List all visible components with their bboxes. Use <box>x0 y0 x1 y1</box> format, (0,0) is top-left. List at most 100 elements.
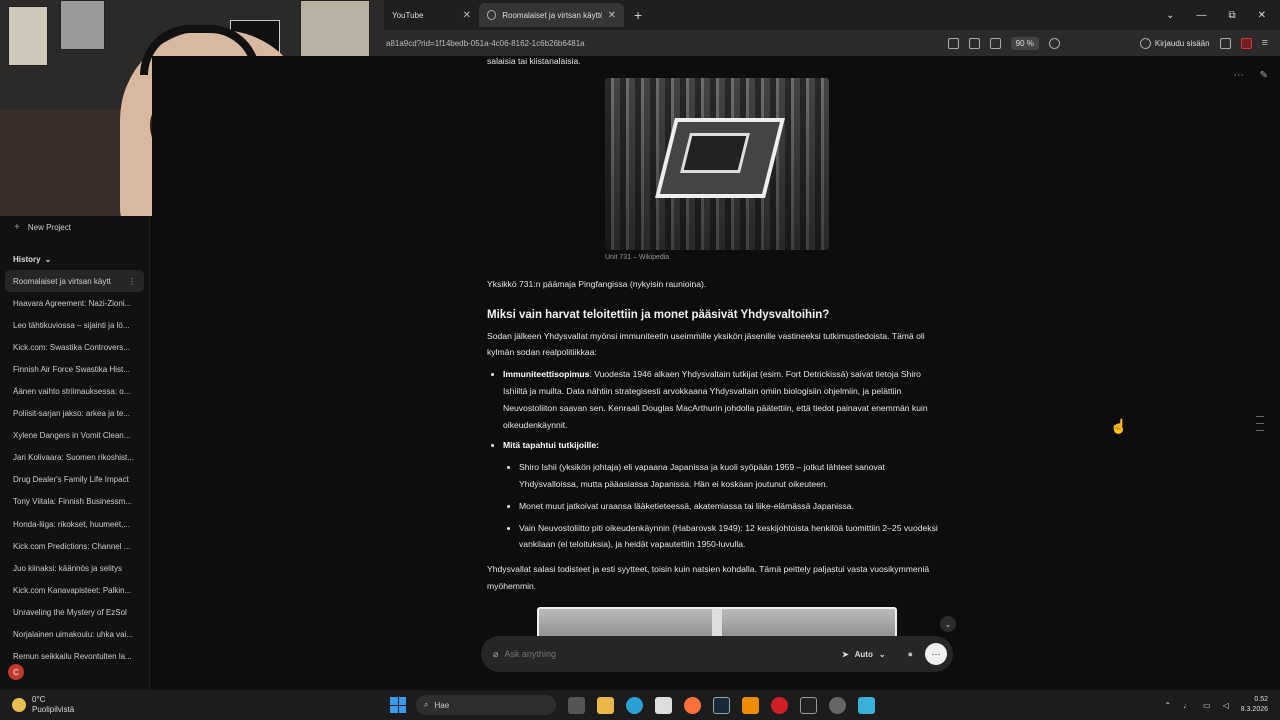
bullet-list: Immuniteettisopimus: Vuodesta 1946 alkae… <box>487 366 942 553</box>
new-chat-icon[interactable]: ✎ <box>1260 70 1268 81</box>
clock[interactable]: 0.52 8.3.2026 <box>1241 695 1268 715</box>
history-item[interactable]: Jari Kolivaara: Suomen rikoshist... <box>0 447 149 469</box>
new-project-button[interactable]: + New Project <box>0 216 149 238</box>
history-item[interactable]: Xylene Dangers in Vomit Clean... <box>0 425 149 447</box>
firefox-icon[interactable] <box>684 696 701 714</box>
tab-youtube[interactable]: YouTube ✕ <box>384 3 479 27</box>
voice-mode-button[interactable]: ··· <box>925 643 947 665</box>
history-item[interactable]: Äänen vaihto striimauksessa: o... <box>0 380 149 402</box>
minimap-mark <box>1256 416 1264 417</box>
tab-label: Roomalaiset ja virtsan käyttö s… <box>502 10 601 20</box>
list-item: Immuniteettisopimus: Vuodesta 1946 alkae… <box>503 366 942 433</box>
obs-icon[interactable] <box>829 696 846 714</box>
more-options-icon[interactable]: ⋯ <box>1234 70 1244 81</box>
signin-label: Kirjaudu sisään <box>1154 38 1210 48</box>
history-item[interactable]: Finnish Air Force Swastika Hist... <box>0 358 149 380</box>
history-item[interactable]: Kick.com: Swastika Controvers... <box>0 336 149 358</box>
avatar[interactable]: C <box>8 664 24 680</box>
mode-selector[interactable]: ➤ Auto ⌄ <box>842 650 886 659</box>
extension-badge-icon[interactable] <box>1240 37 1252 49</box>
steam-icon[interactable] <box>713 696 730 714</box>
close-tab-icon[interactable]: ✕ <box>608 10 616 21</box>
history-item[interactable]: Remun seikkailu Revontulten la... <box>0 646 149 668</box>
tab-active-chat[interactable]: Roomalaiset ja virtsan käyttö s… ✕ <box>479 3 624 27</box>
close-tab-icon[interactable]: ✕ <box>463 10 471 21</box>
weather-widget[interactable]: 0°C Puolipilvistä <box>0 695 390 715</box>
window-controls: ⌄ — ⧉ ✕ <box>1166 0 1280 30</box>
zoom-level[interactable]: 90 % <box>1010 36 1039 50</box>
prompt-input[interactable] <box>504 649 805 659</box>
time: 0.52 <box>1254 696 1268 703</box>
extensions-icon[interactable] <box>1219 37 1231 49</box>
history-item[interactable]: Honda-liiga: rikokset, huumeet,... <box>0 513 149 535</box>
network-icon[interactable]: ▭ <box>1203 701 1211 710</box>
response-article: salaisia tai kiistanalaisia. Unit 731 – … <box>487 56 942 657</box>
translate-icon[interactable] <box>989 37 1001 49</box>
new-tab-button[interactable]: + <box>634 7 642 23</box>
task-view-icon[interactable] <box>568 696 585 714</box>
url-field[interactable]: a81a9cd?rid=1f14bedb-051a-4c06-8162-1c6b… <box>384 39 585 48</box>
screen: YouTube ✕ Roomalaiset ja virtsan käyttö … <box>0 0 1280 720</box>
screenshot-icon[interactable] <box>968 37 980 49</box>
list-item: Mitä tapahtui tutkijoille: Shiro Ishii (… <box>503 437 942 553</box>
close-window-icon[interactable]: ✕ <box>1258 10 1266 21</box>
attach-icon[interactable]: ⌀ <box>493 649 498 660</box>
vlc-icon[interactable] <box>742 696 759 714</box>
microphone-icon[interactable]: ● <box>908 649 913 659</box>
history-item[interactable]: Leo tähtikuviossa – sijainti ja lö... <box>0 314 149 336</box>
history-item-label: Finnish Air Force Swastika Hist... <box>13 364 130 374</box>
send-mode-icon: ➤ <box>841 649 849 659</box>
history-item[interactable]: Roomalaiset ja virtsan käytt ⋮ <box>5 270 144 293</box>
menu-icon[interactable]: ≡ <box>1262 37 1268 49</box>
minimap-mark <box>1256 423 1264 424</box>
section-heading: Miksi vain harvat teloitettiin ja monet … <box>487 308 830 321</box>
taskbar-apps <box>568 696 875 714</box>
address-bar: a81a9cd?rid=1f14bedb-051a-4c06-8162-1c6b… <box>384 30 1280 56</box>
maximize-icon[interactable]: ⧉ <box>1228 10 1235 21</box>
history-item-label: Jari Kolivaara: Suomen rikoshist... <box>13 453 134 463</box>
start-button-icon[interactable] <box>390 697 406 713</box>
scroll-down-button[interactable]: ⌄ <box>940 616 956 632</box>
history-item[interactable]: Haavara Agreement: Nazi-Zioni... <box>0 292 149 314</box>
minimize-icon[interactable]: — <box>1196 10 1206 21</box>
notepad-icon[interactable] <box>858 696 875 714</box>
history-item-label: Kick.com Kanavapisteet: Palkin... <box>13 585 132 595</box>
history-item-label: Äänen vaihto striimauksessa: o... <box>13 387 131 397</box>
list-item: Vain Neuvostoliitto piti oikeudenkäynnin… <box>519 520 942 554</box>
paragraph: Sodan jälkeen Yhdysvallat myönsi immunit… <box>487 330 925 358</box>
file-explorer-icon[interactable] <box>597 696 614 714</box>
history-item[interactable]: Poliisit-sarjan jakso: arkea ja te... <box>0 403 149 425</box>
edge-icon[interactable] <box>626 696 643 714</box>
history-item-label: Unraveling the Mystery of EzSol <box>13 607 127 617</box>
history-header[interactable]: History ⌄ <box>0 252 149 266</box>
image-caption[interactable]: Unit 731 – Wikipedia <box>605 252 829 264</box>
signin-button[interactable]: Kirjaudu sisään <box>1139 37 1210 49</box>
chevron-up-icon[interactable]: ⌃ <box>1164 701 1171 710</box>
history-item-label: Honda-liiga: rikokset, huumeet,... <box>13 519 130 529</box>
favicon-icon <box>487 10 497 20</box>
mouse-cursor-icon: ☝ <box>1110 418 1128 434</box>
taskbar-search[interactable]: ⌕ Hae <box>416 695 556 715</box>
paragraph: Yhdysvallat salasi todisteet ja esti syy… <box>487 564 930 591</box>
history-item[interactable]: Juo kiinaksi: käännös ja selitys <box>0 557 149 579</box>
microphone-icon[interactable]: ♩ <box>1183 701 1191 710</box>
history-item[interactable]: Unraveling the Mystery of EzSol <box>0 601 149 623</box>
opera-icon[interactable] <box>771 696 788 714</box>
history-item[interactable]: Kick.com Predictions: Channel ... <box>0 535 149 557</box>
history-item-label: Haavara Agreement: Nazi-Zioni... <box>13 298 132 308</box>
scroll-minimap[interactable] <box>1256 416 1264 437</box>
store-icon[interactable] <box>655 696 672 714</box>
history-item[interactable]: Norjalainen uimakoulu: uhka vai... <box>0 624 149 646</box>
history-item[interactable]: Kick.com Kanavapisteet: Palkin... <box>0 579 149 601</box>
tab-list-dropdown-icon[interactable]: ⌄ <box>1166 10 1174 21</box>
reader-icon[interactable] <box>947 37 959 49</box>
bookmark-star-icon[interactable] <box>1048 37 1060 49</box>
unit731-photo[interactable] <box>605 77 829 250</box>
address-tools: 90 % Kirjaudu sisään ≡ <box>947 36 1280 50</box>
more-options-icon[interactable]: ⋮ <box>128 277 136 286</box>
volume-icon[interactable]: ◁ <box>1223 701 1229 710</box>
history-item[interactable]: Drug Dealer's Family Life Impact <box>0 469 149 491</box>
terminal-icon[interactable] <box>800 696 817 714</box>
history-item-label: Drug Dealer's Family Life Impact <box>13 475 129 485</box>
history-item[interactable]: Tony Viitala: Finnish Businessm... <box>0 491 149 513</box>
